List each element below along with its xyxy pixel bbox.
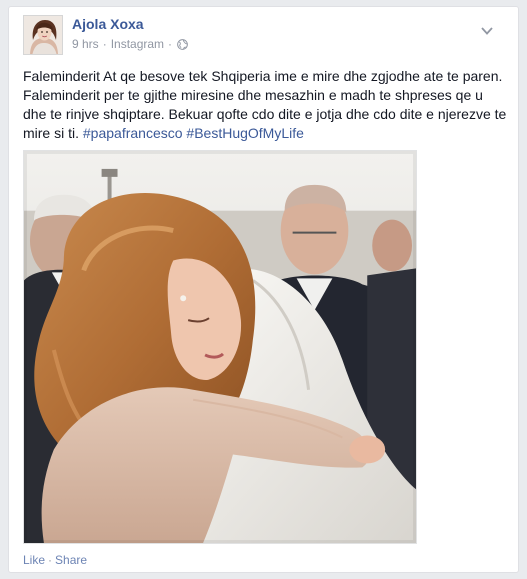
post-timestamp[interactable]: 9 hrs [72, 37, 99, 51]
hashtag-besthugofmylife[interactable]: #BestHugOfMyLife [186, 125, 304, 141]
post-source[interactable]: Instagram [111, 37, 164, 51]
author-name[interactable]: Ajola Xoxa [72, 16, 144, 32]
avatar-image [24, 16, 62, 54]
post-card: Ajola Xoxa 9 hrs · Instagram · Faleminde… [8, 6, 519, 573]
actions-separator: · [48, 553, 53, 567]
post-text: Faleminderit At qe besove tek Shqiperia … [23, 67, 509, 143]
share-link[interactable]: Share [55, 553, 87, 567]
post-actions: Like · Share [23, 553, 87, 567]
chevron-down-icon[interactable] [481, 25, 493, 35]
like-link[interactable]: Like [23, 553, 45, 567]
hashtag-papafrancesco[interactable]: #papafrancesco [83, 125, 183, 141]
author-avatar[interactable] [23, 15, 63, 55]
post-header: Ajola Xoxa 9 hrs · Instagram · [23, 15, 503, 55]
globe-icon[interactable] [177, 38, 188, 50]
post-photo[interactable] [23, 150, 417, 544]
post-meta: 9 hrs · Instagram · [72, 37, 188, 51]
meta-separator: · [102, 37, 107, 51]
hug-photo-image [24, 151, 416, 543]
meta-separator: · [168, 37, 173, 51]
